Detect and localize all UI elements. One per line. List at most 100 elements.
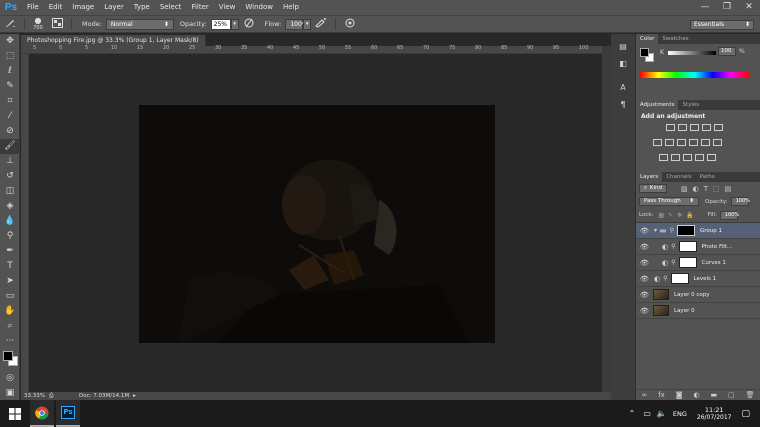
healing-brush-tool-icon[interactable]: ⊘ xyxy=(0,124,20,139)
channel-mixer-icon[interactable] xyxy=(700,139,710,146)
tab-swatches[interactable]: Swatches xyxy=(658,34,692,44)
more-tools-icon[interactable]: ··· xyxy=(0,334,20,349)
k-slider[interactable] xyxy=(668,51,716,55)
blur-tool-icon[interactable]: 💧 xyxy=(0,214,20,229)
brush-tool-icon[interactable]: 🖌 xyxy=(0,139,20,154)
layer-row[interactable]: 👁 ◐ ⚲ Curves 1 xyxy=(636,255,760,271)
path-selection-tool-icon[interactable]: ➤ xyxy=(0,274,20,289)
properties-panel-icon[interactable]: ◧ xyxy=(615,57,631,71)
brush-panel-toggle-icon[interactable] xyxy=(50,18,64,30)
layer-thumbnail[interactable] xyxy=(653,289,669,300)
network-icon[interactable]: ▭ xyxy=(643,409,651,418)
posterize-icon[interactable] xyxy=(670,154,680,161)
foreground-swatch[interactable] xyxy=(640,48,649,57)
menu-file[interactable]: File xyxy=(22,0,44,15)
group-expand-icon[interactable]: ▾ xyxy=(654,227,657,234)
color-balance-icon[interactable] xyxy=(664,139,674,146)
pen-tool-icon[interactable]: ✒ xyxy=(0,244,20,259)
layer-thumbnail[interactable] xyxy=(653,305,669,316)
add-mask-icon[interactable]: ◙ xyxy=(676,391,683,399)
history-panel-icon[interactable]: ▤ xyxy=(615,40,631,54)
quick-mask-icon[interactable]: ◎ xyxy=(0,371,20,386)
character-panel-icon[interactable]: A xyxy=(615,81,631,95)
filter-type-icons[interactable]: ▨◐T⬚▤ xyxy=(681,185,736,193)
layer-kind-filter[interactable]: ⌕ Kind xyxy=(639,184,667,193)
gradient-map-icon[interactable] xyxy=(694,154,704,161)
menu-select[interactable]: Select xyxy=(155,0,187,15)
volume-icon[interactable]: 🔈 xyxy=(657,409,667,418)
selective-color-icon[interactable] xyxy=(706,154,716,161)
layer-mask-thumbnail[interactable] xyxy=(670,273,689,284)
new-layer-icon[interactable]: ▢ xyxy=(728,391,735,399)
foreground-color[interactable] xyxy=(3,351,13,361)
workspace-switcher[interactable]: Essentials ⬍ xyxy=(690,20,754,30)
fx-icon[interactable]: fx xyxy=(658,391,665,399)
color-spectrum[interactable] xyxy=(640,72,749,78)
history-brush-tool-icon[interactable]: ↺ xyxy=(0,169,20,184)
eye-icon[interactable]: 👁 xyxy=(640,291,650,299)
eyedropper-tool-icon[interactable]: ⁄ xyxy=(0,109,20,124)
layer-row[interactable]: 👁 Layer 0 xyxy=(636,303,760,319)
notifications-icon[interactable]: ▢ xyxy=(741,409,750,419)
pressure-size-icon[interactable] xyxy=(343,18,357,30)
eye-icon[interactable]: 👁 xyxy=(640,259,650,267)
new-adjustment-icon[interactable]: ◐ xyxy=(693,391,699,399)
eye-icon[interactable]: 👁 xyxy=(640,307,650,315)
vibrance-icon[interactable] xyxy=(713,124,723,131)
invert-icon[interactable] xyxy=(658,154,668,161)
tab-layers[interactable]: Layers xyxy=(636,172,663,182)
hue-saturation-icon[interactable] xyxy=(652,139,662,146)
brush-tool-preset-icon[interactable] xyxy=(3,18,17,30)
screen-mode-icon[interactable]: ▣ xyxy=(0,386,20,401)
layer-row[interactable]: 👁 ▾ ▬ ⚲ Group 1 xyxy=(636,223,760,239)
curves-icon[interactable] xyxy=(689,124,699,131)
layer-row[interactable]: 👁 Layer 0 copy xyxy=(636,287,760,303)
paragraph-panel-icon[interactable]: ¶ xyxy=(615,98,631,112)
dodge-tool-icon[interactable]: ⚲ xyxy=(0,229,20,244)
levels-icon[interactable] xyxy=(677,124,687,131)
menu-filter[interactable]: Filter xyxy=(186,0,213,15)
move-tool-icon[interactable]: ✥ xyxy=(0,34,20,49)
menu-layer[interactable]: Layer xyxy=(99,0,129,15)
menu-view[interactable]: View xyxy=(214,0,241,15)
menu-image[interactable]: Image xyxy=(67,0,99,15)
mode-select[interactable]: Normal ⬍ xyxy=(105,18,174,30)
clock[interactable]: 11:21 26/07/2017 xyxy=(697,406,732,421)
fill-input[interactable]: 100% xyxy=(719,210,739,220)
exposure-icon[interactable] xyxy=(701,124,711,131)
layer-mask-thumbnail[interactable] xyxy=(678,257,697,268)
windows-start-icon[interactable] xyxy=(0,400,30,427)
layer-mask-thumbnail[interactable] xyxy=(678,241,697,252)
layer-opacity-input[interactable]: 100% xyxy=(730,197,750,206)
type-tool-icon[interactable]: T xyxy=(0,259,20,274)
brightness-contrast-icon[interactable] xyxy=(665,124,675,131)
minimize-button[interactable]: — xyxy=(694,0,716,15)
tab-styles[interactable]: Styles xyxy=(678,100,703,110)
color-swatches[interactable] xyxy=(0,349,19,371)
layer-row[interactable]: 👁 ◐ ⚲ Levels 1 xyxy=(636,271,760,287)
vertical-scrollbar[interactable] xyxy=(602,46,611,392)
k-value-input[interactable]: 100 xyxy=(718,47,736,56)
photo-filter-icon[interactable] xyxy=(688,139,698,146)
layer-row[interactable]: 👁 ◐ ⚲ Photo Filt... xyxy=(636,239,760,255)
document-canvas[interactable] xyxy=(139,105,495,343)
tab-adjustments[interactable]: Adjustments xyxy=(636,100,679,110)
zoom-tool-icon[interactable]: ⌕ xyxy=(0,319,20,334)
tab-color[interactable]: Color xyxy=(636,34,659,44)
black-white-icon[interactable] xyxy=(676,139,686,146)
close-window-button[interactable]: ✕ xyxy=(738,0,760,15)
pressure-opacity-icon[interactable] xyxy=(242,18,256,30)
quick-selection-tool-icon[interactable]: ✎ xyxy=(0,79,20,94)
layer-mask-thumbnail[interactable] xyxy=(676,225,695,236)
eye-icon[interactable]: 👁 xyxy=(640,275,650,283)
lock-icons[interactable]: ▦✎✥🔒 xyxy=(658,212,697,219)
menu-type[interactable]: Type xyxy=(129,0,155,15)
menu-window[interactable]: Window xyxy=(240,0,278,15)
blend-mode-select[interactable]: Pass Through ⬍ xyxy=(639,197,699,206)
hand-tool-icon[interactable]: ✋ xyxy=(0,304,20,319)
link-layers-icon[interactable]: ∞ xyxy=(641,391,647,399)
tab-paths[interactable]: Paths xyxy=(696,172,719,182)
airbrush-icon[interactable] xyxy=(314,18,328,30)
brush-size-picker[interactable]: ● 700 xyxy=(31,17,45,32)
clone-stamp-tool-icon[interactable]: ⊥ xyxy=(0,154,20,169)
